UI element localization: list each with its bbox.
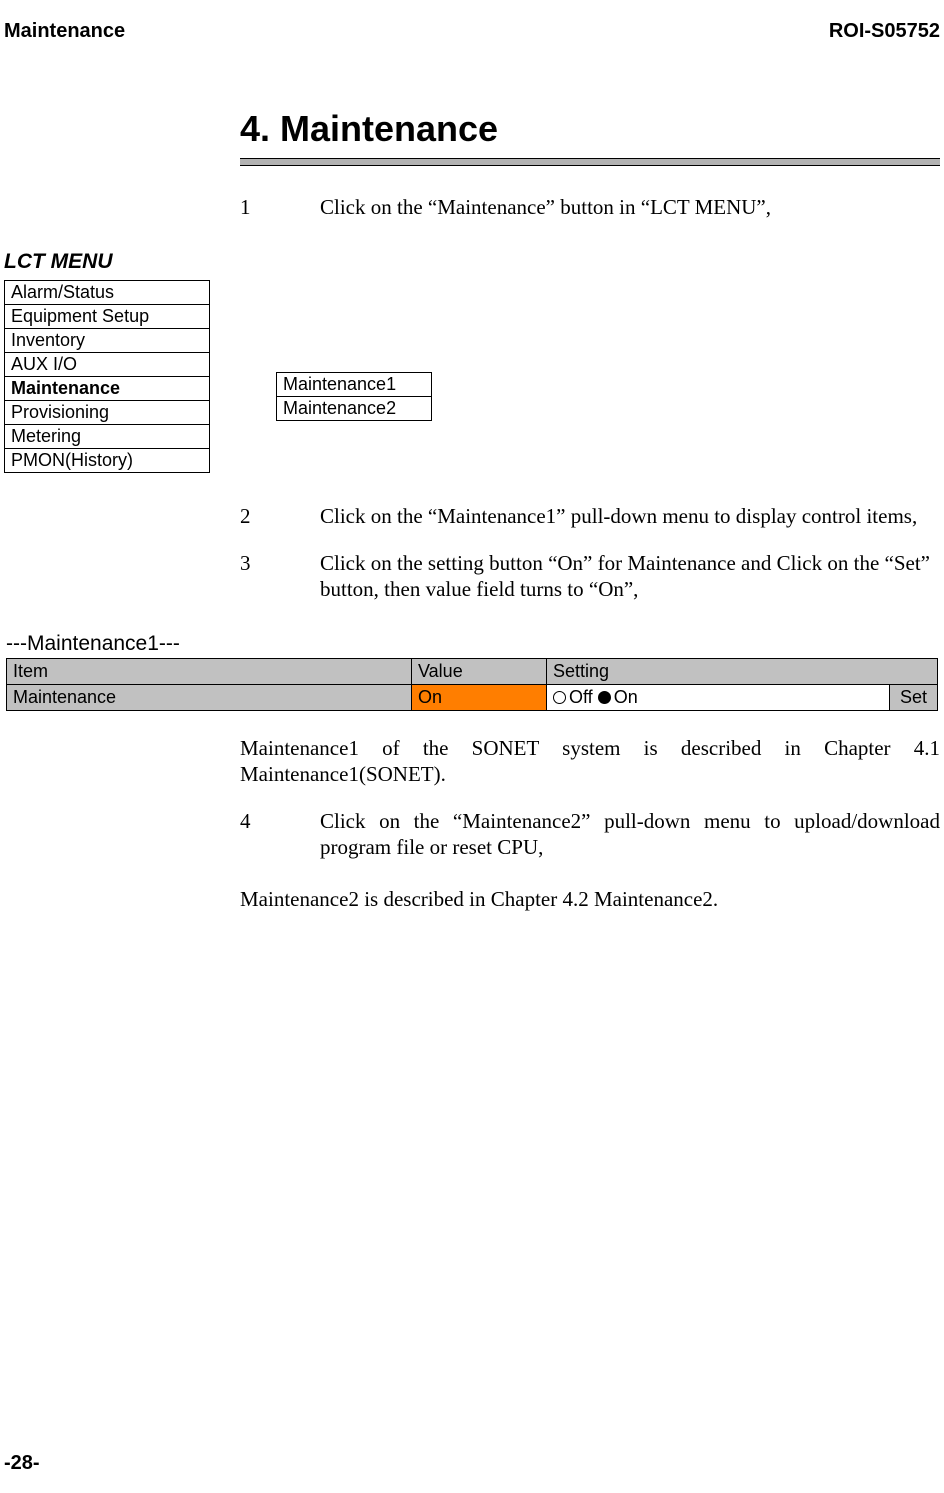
step-4: 4 Click on the “Maintenance2” pull-down … <box>240 808 940 861</box>
radio-on-label: On <box>614 687 638 708</box>
page-header: Maintenance ROI-S05752 <box>0 20 944 43</box>
step-number: 4 <box>240 808 320 861</box>
step-text: Click on the “Maintenance1” pull-down me… <box>320 503 940 529</box>
menu-item-inventory[interactable]: Inventory <box>5 329 210 353</box>
table-row-maintenance: Maintenance On Off On Set <box>7 685 938 711</box>
section-title: 4. Maintenance <box>240 108 940 150</box>
step-3: 3 Click on the setting button “On” for M… <box>240 550 940 603</box>
table-header-row: Item Value Setting <box>7 659 938 685</box>
cell-value: On <box>412 685 547 711</box>
col-item: Item <box>7 659 412 685</box>
step-number: 1 <box>240 194 320 220</box>
menu-item-provisioning[interactable]: Provisioning <box>5 401 210 425</box>
menu-item-maintenance[interactable]: Maintenance <box>5 377 210 401</box>
radio-off-icon[interactable] <box>553 691 566 704</box>
step-number: 2 <box>240 503 320 529</box>
col-value: Value <box>412 659 547 685</box>
cell-setting: Off On <box>547 685 890 711</box>
radio-on-icon[interactable] <box>598 691 611 704</box>
menu-item-metering[interactable]: Metering <box>5 425 210 449</box>
lct-submenu-table: Maintenance1 Maintenance2 <box>276 372 432 421</box>
menu-item-equipment-setup[interactable]: Equipment Setup <box>5 305 210 329</box>
col-setting: Setting <box>547 659 938 685</box>
header-left: Maintenance <box>4 20 125 43</box>
step-text: Click on the “Maintenance2” pull-down me… <box>320 808 940 861</box>
section-rule <box>240 158 940 166</box>
paragraph-maintenance2: Maintenance2 is described in Chapter 4.2… <box>240 886 940 912</box>
menu-item-aux-io[interactable]: AUX I/O <box>5 353 210 377</box>
cell-item: Maintenance <box>7 685 412 711</box>
maintenance1-title: ---Maintenance1--- <box>6 632 938 656</box>
menu-item-pmon-history[interactable]: PMON(History) <box>5 449 210 473</box>
menu-item-alarm-status[interactable]: Alarm/Status <box>5 281 210 305</box>
radio-off-label: Off <box>569 687 593 708</box>
step-number: 3 <box>240 550 320 603</box>
step-2: 2 Click on the “Maintenance1” pull-down … <box>240 503 940 529</box>
page-number: -28- <box>4 1452 40 1475</box>
step-1: 1 Click on the “Maintenance” button in “… <box>240 194 940 220</box>
lct-menu-table: Alarm/Status Equipment Setup Inventory A… <box>4 280 210 473</box>
maintenance1-table: Item Value Setting Maintenance On Off On… <box>6 658 938 711</box>
maintenance1-panel: ---Maintenance1--- Item Value Setting Ma… <box>0 632 944 711</box>
lct-menu-title: LCT MENU <box>4 250 944 274</box>
submenu-item-maintenance1[interactable]: Maintenance1 <box>277 373 432 397</box>
submenu-item-maintenance2[interactable]: Maintenance2 <box>277 397 432 421</box>
set-button[interactable]: Set <box>889 685 937 711</box>
lct-menu-block: LCT MENU Alarm/Status Equipment Setup In… <box>0 250 944 473</box>
step-text: Click on the setting button “On” for Mai… <box>320 550 940 603</box>
header-right: ROI-S05752 <box>829 20 940 43</box>
step-text: Click on the “Maintenance” button in “LC… <box>320 194 940 220</box>
paragraph-maintenance1: Maintenance1 of the SONET system is desc… <box>240 735 940 788</box>
